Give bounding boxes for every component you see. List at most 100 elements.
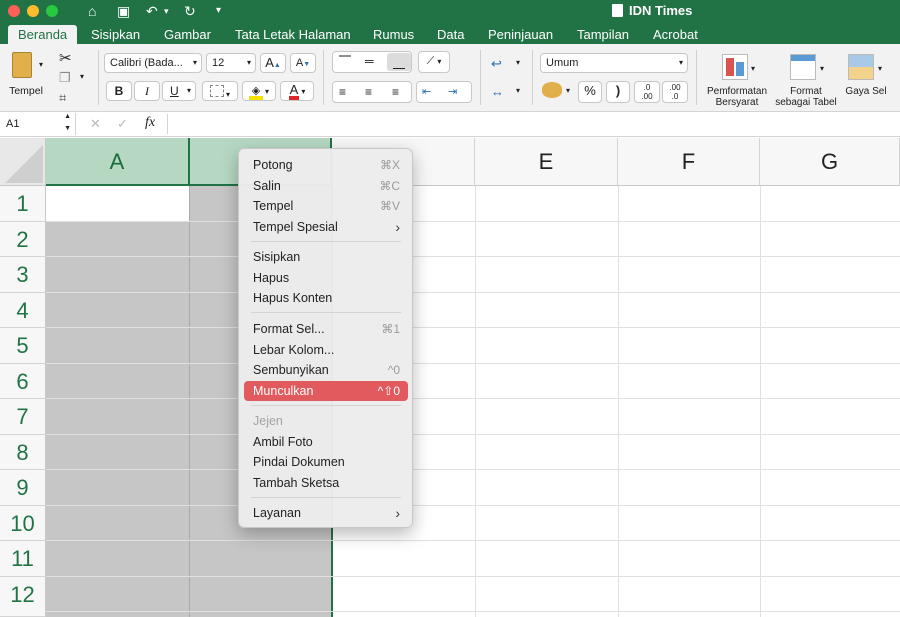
menu-item-potong[interactable]: Potong ⌘X: [244, 155, 408, 175]
underline-button[interactable]: U ▾: [162, 81, 196, 101]
row-header-8[interactable]: 8: [0, 434, 46, 470]
insert-function-button[interactable]: fx: [145, 115, 155, 131]
row-header-6[interactable]: 6: [0, 363, 46, 399]
menu-item-tempel-spesial[interactable]: Tempel Spesial ›: [244, 217, 408, 237]
menu-item-sembunyikan[interactable]: Sembunyikan ^0: [244, 360, 408, 380]
font-size-select[interactable]: 12 ▾: [206, 53, 256, 73]
paste-icon[interactable]: [12, 52, 32, 78]
align-middle-icon[interactable]: ═: [365, 52, 374, 70]
cut-icon[interactable]: ✂: [59, 49, 72, 67]
cancel-icon[interactable]: ✕: [90, 116, 101, 132]
row-header-12[interactable]: 12: [0, 576, 46, 617]
shrink-font-button[interactable]: A▼: [290, 53, 316, 73]
menu-item-tambah-sketsa[interactable]: Tambah Sketsa: [244, 473, 408, 493]
save-icon[interactable]: ▣: [117, 2, 130, 20]
row-header-5[interactable]: 5: [0, 328, 46, 364]
decrease-decimal-button[interactable]: .00 .0: [662, 81, 688, 103]
increase-decimal-button[interactable]: .0 .00: [634, 81, 660, 103]
align-right-icon[interactable]: ≡: [392, 83, 399, 101]
grow-font-button[interactable]: A▲: [260, 53, 286, 73]
menu-item-layanan[interactable]: Layanan ›: [244, 503, 408, 523]
copy-dropdown-icon[interactable]: ▾: [80, 72, 84, 81]
tab-tampilan[interactable]: Tampilan: [570, 25, 636, 44]
row-header-11[interactable]: 11: [0, 541, 46, 577]
menu-item-salin[interactable]: Salin ⌘C: [244, 176, 408, 196]
merge-center-icon[interactable]: ↔: [491, 84, 504, 99]
format-as-table-label[interactable]: Format sebagai Tabel: [772, 86, 840, 108]
undo-dropdown-icon[interactable]: ▾: [164, 2, 169, 20]
close-window-button[interactable]: [8, 5, 20, 17]
align-left-icon[interactable]: ≡: [339, 83, 346, 101]
align-bottom-icon[interactable]: ⎽: [387, 53, 411, 71]
orientation-button[interactable]: ⟋ ▾: [418, 51, 450, 73]
number-format-select[interactable]: Umum ▾: [540, 53, 688, 73]
comma-style-button[interactable]: ): [606, 81, 630, 103]
tab-rumus[interactable]: Rumus: [366, 25, 421, 44]
align-center-icon[interactable]: ≡: [365, 83, 372, 101]
borders-button[interactable]: ▾: [202, 81, 238, 101]
menu-item-ambil-foto[interactable]: Ambil Foto: [244, 432, 408, 452]
font-color-button[interactable]: A ▾: [280, 81, 314, 101]
chevron-down-icon[interactable]: ▾: [820, 64, 824, 73]
row-header-3[interactable]: 3: [0, 257, 46, 293]
chevron-down-icon[interactable]: ▾: [516, 86, 520, 95]
font-name-select[interactable]: Calibri (Bada... ▾: [104, 53, 202, 73]
row-header-9[interactable]: 9: [0, 470, 46, 506]
menu-item-pindai-dokumen[interactable]: Pindai Dokumen: [244, 452, 408, 472]
tab-acrobat[interactable]: Acrobat: [646, 25, 705, 44]
zoom-window-button[interactable]: [46, 5, 58, 17]
column-header-e[interactable]: E: [475, 138, 618, 186]
column-header-a[interactable]: A: [46, 138, 189, 186]
column-header-g[interactable]: G: [760, 138, 900, 186]
tab-data[interactable]: Data: [430, 25, 471, 44]
chevron-down-icon[interactable]: ▾: [566, 86, 570, 95]
name-box[interactable]: A1 ▲ ▼: [0, 113, 76, 135]
format-as-table-icon[interactable]: [790, 54, 816, 80]
percent-style-button[interactable]: %: [578, 81, 602, 103]
menu-item-munculkan[interactable]: Munculkan ^⇧0: [244, 380, 408, 401]
menu-item-lebar-kolom[interactable]: Lebar Kolom...: [244, 340, 408, 360]
row-header-10[interactable]: 10: [0, 505, 46, 541]
row-header-2[interactable]: 2: [0, 221, 46, 257]
row-header-1[interactable]: 1: [0, 186, 46, 222]
menu-item-format-sel[interactable]: Format Sel... ⌘1: [244, 319, 408, 339]
minimize-window-button[interactable]: [27, 5, 39, 17]
select-all-button[interactable]: [0, 138, 46, 186]
worksheet-grid[interactable]: A E F G 1 2 3 4 5 6 7 8 9 10 11 12: [0, 138, 900, 617]
cell-styles-label[interactable]: Gaya Sel: [840, 86, 892, 97]
accounting-format-icon[interactable]: [542, 82, 562, 98]
row-header-7[interactable]: 7: [0, 399, 46, 435]
active-cell-a1[interactable]: [46, 186, 189, 221]
menu-item-hapus[interactable]: Hapus: [244, 268, 408, 288]
chevron-down-icon[interactable]: ▾: [878, 64, 882, 73]
home-icon[interactable]: ⌂: [88, 2, 96, 20]
enter-icon[interactable]: ✓: [117, 116, 128, 132]
chevron-down-icon[interactable]: ▾: [751, 64, 755, 73]
menu-item-tempel[interactable]: Tempel ⌘V: [244, 196, 408, 216]
cell-styles-icon[interactable]: [848, 54, 874, 80]
customize-toolbar-icon[interactable]: ▾: [216, 2, 221, 20]
undo-icon[interactable]: ↶: [146, 2, 158, 20]
paste-label[interactable]: Tempel: [6, 86, 46, 97]
tab-gambar[interactable]: Gambar: [157, 25, 218, 44]
increase-indent-icon[interactable]: ⇥: [448, 83, 457, 101]
tab-sisipkan[interactable]: Sisipkan: [84, 25, 147, 44]
tab-peninjauan[interactable]: Peninjauan: [481, 25, 560, 44]
paste-dropdown-icon[interactable]: ▾: [39, 60, 43, 69]
formula-input[interactable]: [172, 113, 900, 135]
menu-item-sisipkan[interactable]: Sisipkan: [244, 247, 408, 267]
wrap-text-icon[interactable]: ↩: [491, 56, 502, 72]
tab-tata-letak-halaman[interactable]: Tata Letak Halaman: [228, 25, 358, 44]
menu-item-hapus-konten[interactable]: Hapus Konten: [244, 288, 408, 308]
conditional-formatting-label[interactable]: Pemformatan Bersyarat: [700, 86, 774, 108]
decrease-indent-icon[interactable]: ⇤: [422, 83, 431, 101]
chevron-down-icon[interactable]: ▾: [516, 58, 520, 67]
tab-beranda[interactable]: Beranda: [8, 25, 78, 44]
row-header-4[interactable]: 4: [0, 292, 46, 328]
conditional-formatting-icon[interactable]: [722, 54, 748, 80]
bold-button[interactable]: B: [106, 81, 132, 101]
italic-button[interactable]: I: [134, 81, 160, 101]
format-painter-icon[interactable]: ⌗: [59, 90, 66, 106]
fill-color-button[interactable]: ◈ ▾: [242, 81, 276, 101]
redo-icon[interactable]: ↻: [184, 2, 196, 20]
